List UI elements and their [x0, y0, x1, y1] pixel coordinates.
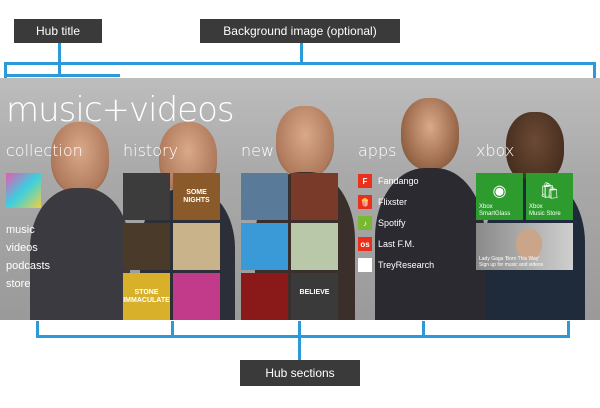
collection-link-music[interactable]: music	[6, 224, 35, 236]
app-item-label: Fandango	[378, 176, 419, 186]
app-item[interactable]: F Fandango	[358, 173, 419, 189]
music-videos-hub: music+videos collection history new apps…	[0, 78, 600, 320]
xbox-music-store-caption-1: Xbox	[529, 204, 543, 210]
album-tile-50-cent[interactable]	[123, 223, 170, 270]
flixster-icon: 🍿	[358, 195, 372, 209]
album-title-text: STONE IMMACULATE	[123, 289, 170, 304]
album-title-text: BELIEVE	[299, 289, 330, 296]
top-bracket-right-tick	[593, 62, 596, 78]
treyresearch-icon	[358, 258, 372, 272]
album-tile-blake-shelton[interactable]	[241, 173, 288, 220]
xbox-smartglass-caption-1: Xbox	[479, 204, 493, 210]
xbox-music-store-caption-2: Music Store	[529, 211, 561, 217]
app-item[interactable]: os Last F.M.	[358, 236, 415, 252]
bottom-bracket-stem	[298, 335, 301, 360]
xbox-featured-tile[interactable]: Lady Gaga 'Born This Way' Sign up for mu…	[476, 223, 573, 270]
bottom-tick-2	[171, 321, 174, 338]
app-item[interactable]: 🍿 Flixster	[358, 194, 407, 210]
hub-title: music+videos	[6, 90, 235, 130]
album-tile-pattern[interactable]	[291, 223, 338, 270]
section-title-new[interactable]: new	[241, 141, 274, 160]
app-item-label: Spotify	[378, 218, 406, 228]
fandango-icon: F	[358, 174, 372, 188]
top-bracket-stem-right	[300, 43, 303, 63]
hub-title-callout: Hub title	[14, 19, 102, 43]
album-title-text: SOME NIGHTS	[183, 189, 210, 204]
album-tile-red[interactable]	[241, 273, 288, 320]
xbox-smartglass-tile[interactable]: ◉ Xbox SmartGlass	[476, 173, 523, 220]
album-tile-florence[interactable]	[291, 173, 338, 220]
background-image-callout: Background image (optional)	[200, 19, 400, 43]
album-tile-colorful[interactable]	[173, 273, 220, 320]
section-title-history[interactable]: history	[123, 141, 178, 160]
album-tile-believe[interactable]: BELIEVE	[291, 273, 338, 320]
collection-link-videos[interactable]: videos	[6, 242, 38, 254]
bottom-tick-4	[422, 321, 425, 338]
top-bracket-stem-left	[58, 43, 61, 77]
album-tile-glee[interactable]	[241, 223, 288, 270]
shopping-bag-icon: 🛍	[539, 183, 560, 200]
smartglass-icon: ◉	[492, 183, 507, 200]
top-bracket-line	[4, 62, 596, 65]
featured-line-2: Sign up for music and videos	[479, 262, 544, 268]
album-tile-kesha[interactable]	[173, 223, 220, 270]
section-title-collection[interactable]: collection	[6, 141, 83, 160]
bottom-tick-1	[36, 321, 39, 338]
title-underline	[4, 74, 120, 77]
collection-link-podcasts[interactable]: podcasts	[6, 260, 50, 272]
app-item-label: Flixster	[378, 197, 407, 207]
xbox-smartglass-caption-2: SmartGlass	[479, 211, 511, 217]
bottom-bracket-line	[36, 335, 570, 338]
collection-album-tile[interactable]	[6, 173, 41, 208]
app-item[interactable]: ♪ Spotify	[358, 215, 406, 231]
album-tile-born-this-way[interactable]	[123, 173, 170, 220]
album-tile-stone-immaculate[interactable]: STONE IMMACULATE	[123, 273, 170, 320]
app-item[interactable]: TreyResearch	[358, 257, 434, 273]
spotify-icon: ♪	[358, 216, 372, 230]
lastfm-icon: os	[358, 237, 372, 251]
collection-link-store[interactable]: store	[6, 278, 30, 290]
featured-person-image	[516, 229, 542, 259]
bottom-tick-5	[567, 321, 570, 338]
section-title-xbox[interactable]: xbox	[476, 141, 514, 160]
hub-sections-callout: Hub sections	[240, 360, 360, 386]
app-item-label: TreyResearch	[378, 260, 435, 270]
section-title-apps[interactable]: apps	[358, 141, 396, 160]
xbox-music-store-tile[interactable]: 🛍 Xbox Music Store	[526, 173, 573, 220]
album-tile-some-nights[interactable]: SOME NIGHTS	[173, 173, 220, 220]
app-item-label: Last F.M.	[378, 239, 415, 249]
